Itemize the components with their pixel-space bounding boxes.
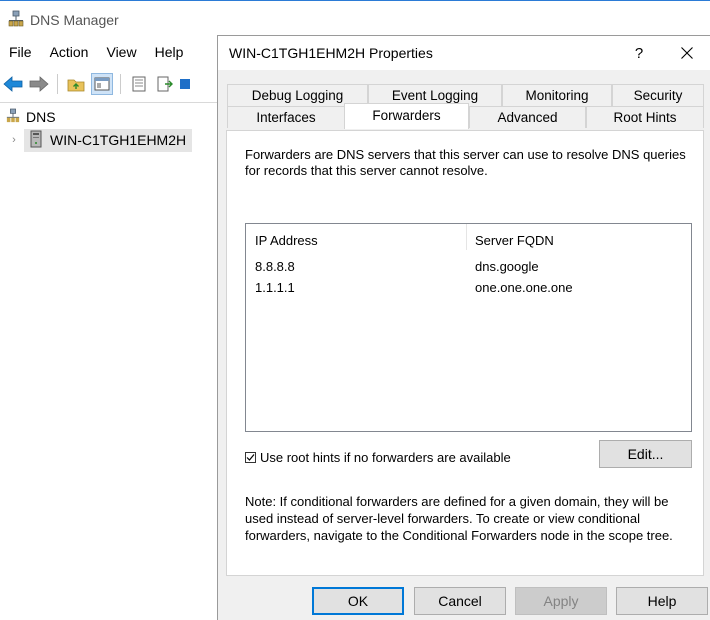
- tree-selected-server[interactable]: WIN-C1TGH1EHM2H: [24, 128, 193, 152]
- manager-title: DNS Manager: [30, 12, 119, 28]
- list-header: IP Address Server FQDN: [246, 224, 691, 256]
- column-header-fqdn[interactable]: Server FQDN: [475, 224, 554, 256]
- dns-node-icon: [6, 108, 20, 127]
- apply-button[interactable]: Apply: [515, 587, 607, 615]
- tree-label-dns: DNS: [26, 109, 56, 125]
- menu-bar: File Action View Help: [0, 42, 192, 64]
- use-root-hints-checkbox[interactable]: [245, 452, 256, 463]
- ip-address: 1.1.1.1: [255, 280, 295, 295]
- use-root-hints-option[interactable]: Use root hints if no forwarders are avai…: [245, 450, 511, 465]
- list-item[interactable]: 1.1.1.1 one.one.one.one: [246, 277, 691, 297]
- close-button[interactable]: [664, 36, 710, 70]
- conditional-forwarders-note: Note: If conditional forwarders are defi…: [245, 494, 673, 543]
- menu-help[interactable]: Help: [146, 42, 193, 64]
- forwarders-description: Forwarders are DNS servers that this ser…: [245, 147, 686, 178]
- dns-app-icon: [8, 10, 24, 31]
- show-hide-tree-icon[interactable]: [91, 73, 113, 95]
- server-icon: [30, 130, 42, 151]
- toolbar-separator: [57, 74, 58, 94]
- column-header-ip[interactable]: IP Address: [255, 224, 318, 256]
- server-fqdn: dns.google: [475, 259, 539, 274]
- properties-icon[interactable]: [128, 73, 150, 95]
- menu-file[interactable]: File: [0, 42, 41, 64]
- tab-monitoring[interactable]: Monitoring: [502, 84, 612, 106]
- properties-dialog: WIN-C1TGH1EHM2H Properties ? Debug Loggi…: [217, 35, 710, 620]
- tab-label: Root Hints: [613, 110, 677, 125]
- tree-item-dns[interactable]: DNS: [0, 106, 218, 128]
- forward-arrow-icon[interactable]: [28, 73, 50, 95]
- console-tree: DNS › WIN-C1TGH1EHM2H: [0, 106, 218, 152]
- forwarders-panel: Forwarders are DNS servers that this ser…: [226, 130, 704, 576]
- back-arrow-icon[interactable]: [2, 73, 24, 95]
- tab-label: Advanced: [497, 110, 558, 125]
- window-accent-line: [0, 0, 710, 1]
- dialog-title: WIN-C1TGH1EHM2H Properties: [229, 45, 433, 61]
- toolbar-divider: [0, 102, 218, 103]
- tab-interfaces[interactable]: Interfaces: [227, 106, 345, 128]
- help-button[interactable]: ?: [620, 36, 658, 70]
- server-fqdn: one.one.one.one: [475, 280, 573, 295]
- tab-forwarders[interactable]: Forwarders: [344, 103, 469, 129]
- chevron-right-icon[interactable]: ›: [8, 134, 20, 146]
- tab-advanced[interactable]: Advanced: [469, 106, 586, 128]
- tab-root-hints[interactable]: Root Hints: [586, 106, 704, 128]
- menu-view[interactable]: View: [97, 42, 145, 64]
- toolbar: [0, 70, 220, 98]
- column-divider[interactable]: [466, 224, 467, 250]
- forwarders-list[interactable]: IP Address Server FQDN 8.8.8.8 dns.googl…: [245, 223, 692, 432]
- tab-label: Interfaces: [256, 110, 316, 125]
- ok-button[interactable]: OK: [312, 587, 404, 615]
- export-list-icon[interactable]: [154, 73, 176, 95]
- close-icon: [681, 47, 693, 59]
- edit-button[interactable]: Edit...: [599, 440, 692, 468]
- dialog-titlebar: WIN-C1TGH1EHM2H Properties ?: [218, 36, 710, 70]
- list-item[interactable]: 8.8.8.8 dns.google: [246, 256, 691, 276]
- tab-security[interactable]: Security: [612, 84, 704, 106]
- help-icon[interactable]: [180, 73, 190, 95]
- use-root-hints-label[interactable]: Use root hints if no forwarders are avai…: [260, 450, 511, 465]
- up-folder-icon[interactable]: [65, 73, 87, 95]
- manager-titlebar: DNS Manager: [8, 9, 119, 31]
- tab-label: Debug Logging: [251, 88, 344, 103]
- menu-action[interactable]: Action: [41, 42, 98, 64]
- checkmark-icon: [246, 454, 255, 461]
- tab-label: Event Logging: [391, 88, 479, 103]
- tree-item-server[interactable]: › WIN-C1TGH1EHM2H: [0, 128, 218, 152]
- tab-label: Security: [633, 88, 683, 103]
- tab-label: Forwarders: [372, 108, 441, 123]
- toolbar-separator: [120, 74, 121, 94]
- tree-label-server: WIN-C1TGH1EHM2H: [50, 132, 187, 148]
- help-footer-button[interactable]: Help: [616, 587, 708, 615]
- tab-label: Monitoring: [525, 88, 589, 103]
- ip-address: 8.8.8.8: [255, 259, 295, 274]
- cancel-button[interactable]: Cancel: [414, 587, 506, 615]
